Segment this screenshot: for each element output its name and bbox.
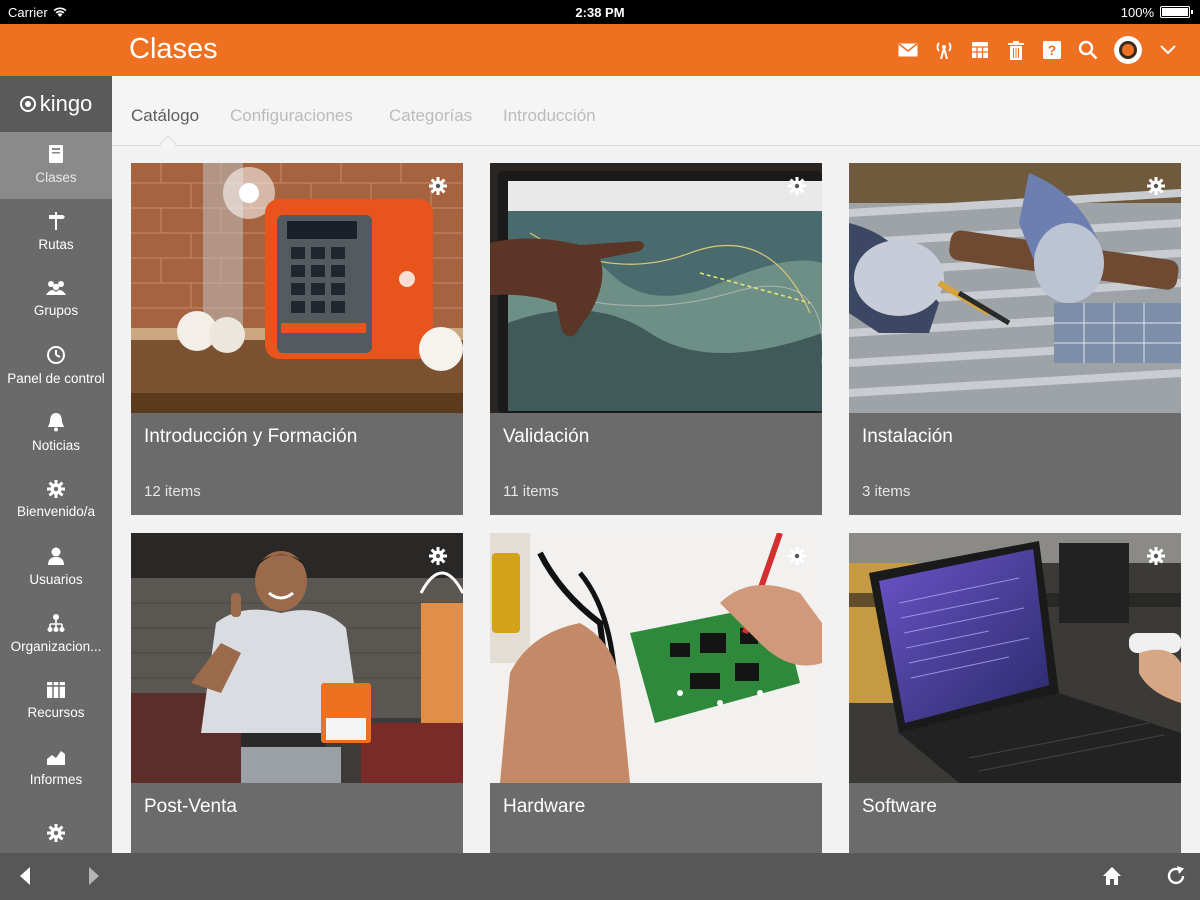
dashboard-icon: [47, 345, 65, 364]
search-icon[interactable]: [1078, 40, 1098, 60]
card-title: Introducción y Formación: [144, 426, 358, 447]
settings-gear-icon[interactable]: [788, 547, 806, 565]
page-title: Clases: [129, 33, 218, 65]
trash-icon[interactable]: [1006, 40, 1026, 60]
smiling-technician-photo: [131, 533, 463, 783]
orange-device-photo: [131, 163, 463, 413]
mail-icon[interactable]: [898, 40, 918, 60]
chevron-down-icon[interactable]: [1158, 40, 1178, 60]
sidebar-item-label: Noticias: [31, 437, 80, 453]
card-title: Hardware: [503, 796, 586, 817]
back-icon[interactable]: [17, 865, 33, 887]
card-title: Software: [862, 796, 937, 817]
book-icon: [49, 144, 63, 163]
user-icon: [48, 547, 64, 565]
settings-gear-icon[interactable]: [429, 177, 447, 195]
card-item-count: 3 items: [862, 483, 911, 500]
sidebar-item-label: Bienvenido/a: [16, 503, 96, 519]
header-bar: Clases ?: [0, 24, 1200, 76]
chart-icon: [47, 750, 65, 765]
class-card[interactable]: Validación 11 items: [490, 163, 822, 515]
settings-gear-icon[interactable]: [429, 547, 447, 565]
settings-gear-icon[interactable]: [1147, 177, 1165, 195]
status-bar: Carrier 2:38 PM 100%: [0, 0, 1200, 24]
sidebar-item-label: Organizacion...: [10, 638, 102, 654]
sidebar-item-label: Clases: [35, 169, 77, 185]
resources-icon: [47, 681, 65, 698]
antenna-icon[interactable]: [934, 40, 954, 60]
sidebar-item-label: Informes: [29, 771, 83, 787]
map-screen-photo: [490, 163, 822, 413]
calendar-icon[interactable]: [970, 40, 990, 60]
card-title: Validación: [503, 426, 590, 447]
sidebar-item-usuarios[interactable]: Usuarios: [0, 534, 112, 601]
class-catalog-grid: Introducción y Formación 12 items Valida…: [112, 146, 1200, 853]
class-card[interactable]: Hardware: [490, 533, 822, 853]
gear-icon: [47, 479, 65, 498]
sidebar-item-informes[interactable]: Informes: [0, 735, 112, 802]
card-title: Post-Venta: [144, 796, 237, 817]
sidebar-item-organizaciones[interactable]: Organizacion...: [0, 601, 112, 668]
card-item-count: 11 items: [503, 483, 559, 500]
sidebar-item-label: Usuarios: [29, 571, 83, 587]
settings-gear-icon[interactable]: [788, 177, 806, 195]
class-card[interactable]: Software: [849, 533, 1181, 853]
sidebar-item-clases[interactable]: Clases: [0, 132, 112, 199]
solar-panel-photo: [849, 163, 1181, 413]
tab-categorias[interactable]: Categorías: [389, 106, 472, 126]
kingo-logo[interactable]: kingo: [0, 76, 112, 132]
help-icon[interactable]: ?: [1042, 40, 1062, 60]
browser-toolbar: [0, 853, 1200, 900]
sidebar-item-bienvenido[interactable]: Bienvenido/a: [0, 467, 112, 534]
sidebar-item-label: Grupos: [33, 302, 79, 318]
org-icon: [47, 613, 65, 632]
card-title: Instalación: [862, 426, 953, 447]
card-item-count: 12 items: [144, 483, 201, 500]
sidebar-item-label: Rutas: [38, 236, 74, 252]
sidebar-item-label: Recursos: [27, 704, 85, 720]
sidebar-item-settings[interactable]: [0, 802, 112, 853]
circuit-board-photo: [490, 533, 822, 783]
refresh-icon[interactable]: [1165, 865, 1187, 887]
clock: 2:38 PM: [575, 4, 625, 20]
home-icon[interactable]: [1102, 866, 1122, 886]
sidebar-item-panel-de-control[interactable]: Panel de control: [0, 333, 112, 400]
sidebar-item-rutas[interactable]: Rutas: [0, 199, 112, 266]
sidebar-item-label: Panel de control: [7, 370, 105, 386]
battery-percent: 100%: [1120, 4, 1154, 20]
tab-catalogo[interactable]: Catálogo: [131, 106, 199, 126]
signpost-icon: [49, 211, 65, 230]
sidebar-item-grupos[interactable]: Grupos: [0, 266, 112, 333]
battery-icon: [1160, 6, 1193, 18]
sidebar-item-recursos[interactable]: Recursos: [0, 668, 112, 735]
tab-configuraciones[interactable]: Configuraciones: [230, 106, 353, 126]
class-card[interactable]: Instalación 3 items: [849, 163, 1181, 515]
group-icon: [46, 280, 66, 295]
bell-icon: [48, 412, 64, 432]
sidebar-item-noticias[interactable]: Noticias: [0, 400, 112, 467]
tab-bar: Catálogo Configuraciones Categorías Intr…: [112, 76, 1200, 153]
gear-icon: [47, 824, 65, 842]
class-card[interactable]: Introducción y Formación 12 items: [131, 163, 463, 515]
class-card[interactable]: Post-Venta: [131, 533, 463, 853]
forward-icon[interactable]: [86, 865, 102, 887]
avatar[interactable]: [1114, 36, 1142, 64]
tab-introduccion[interactable]: Introducción: [503, 106, 596, 126]
svg-text:?: ?: [1048, 42, 1057, 58]
sidebar: kingo Clases Rutas Grupos Panel de contr…: [0, 76, 112, 853]
laptop-photo: [849, 533, 1181, 783]
settings-gear-icon[interactable]: [1147, 547, 1165, 565]
